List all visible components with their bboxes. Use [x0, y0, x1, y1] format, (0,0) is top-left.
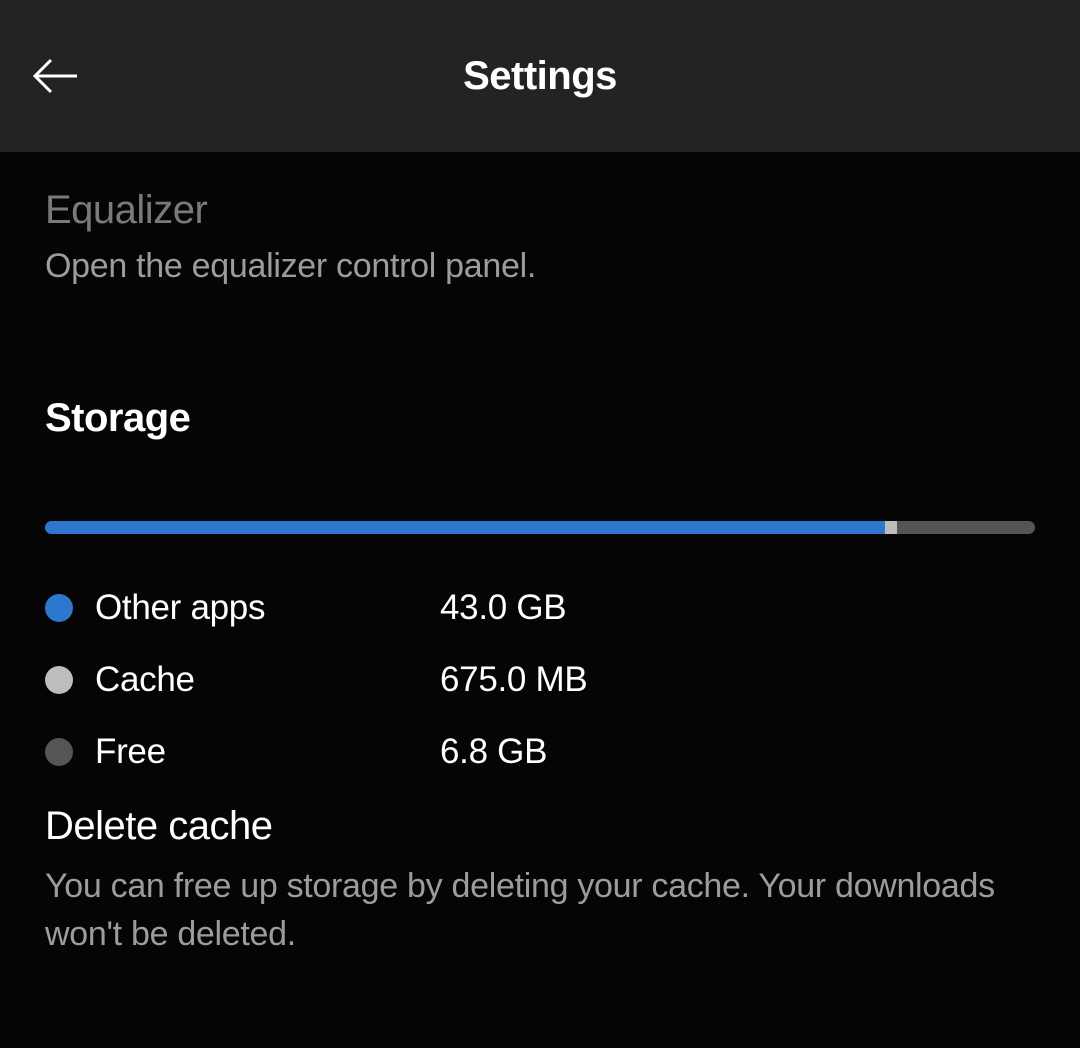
legend-dot-icon [45, 738, 73, 766]
equalizer-title: Equalizer [45, 188, 1035, 233]
delete-cache-title: Delete cache [45, 804, 1035, 849]
content-area: Equalizer Open the equalizer control pan… [0, 188, 1080, 958]
legend-label: Other apps [95, 588, 440, 628]
delete-cache-setting[interactable]: Delete cache You can free up storage by … [45, 804, 1035, 958]
storage-bar [45, 521, 1035, 534]
legend-dot-icon [45, 666, 73, 694]
legend-row-cache: Cache 675.0 MB [45, 660, 1035, 700]
legend-row-free: Free 6.8 GB [45, 732, 1035, 772]
legend-row-other-apps: Other apps 43.0 GB [45, 588, 1035, 628]
delete-cache-description: You can free up storage by deleting your… [45, 863, 1035, 958]
legend-value: 675.0 MB [440, 660, 587, 700]
legend-value: 43.0 GB [440, 588, 566, 628]
storage-bar-other-apps [45, 521, 885, 534]
legend-label: Free [95, 732, 440, 772]
page-title: Settings [0, 54, 1080, 99]
header-bar: Settings [0, 0, 1080, 152]
storage-legend: Other apps 43.0 GB Cache 675.0 MB Free 6… [45, 588, 1035, 772]
storage-bar-cache [885, 521, 898, 534]
equalizer-setting[interactable]: Equalizer Open the equalizer control pan… [45, 188, 1035, 286]
back-arrow-icon [31, 56, 79, 96]
storage-section-header: Storage [45, 396, 1035, 441]
legend-dot-icon [45, 594, 73, 622]
legend-label: Cache [95, 660, 440, 700]
equalizer-description: Open the equalizer control panel. [45, 247, 1035, 286]
legend-value: 6.8 GB [440, 732, 547, 772]
back-button[interactable] [30, 51, 80, 101]
